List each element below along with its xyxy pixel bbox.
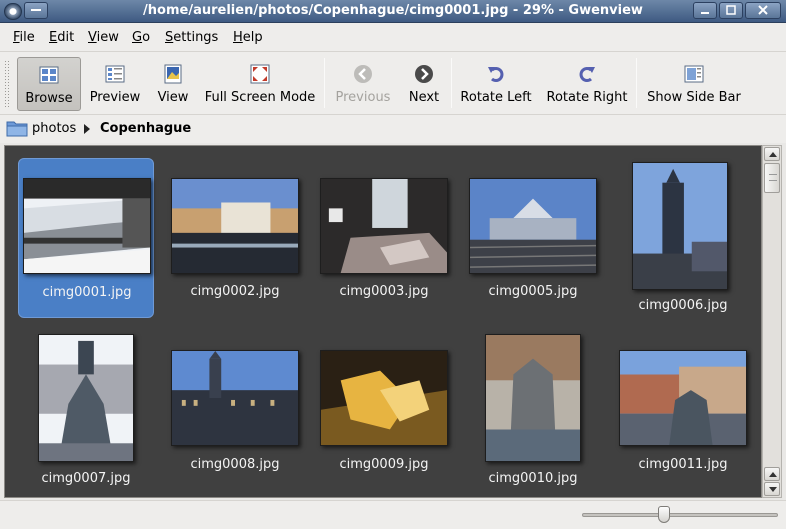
thumbnail-caption: cimg0010.jpg: [488, 471, 578, 486]
thumbnail-caption: cimg0005.jpg: [488, 284, 578, 299]
next-arrow-icon: [415, 65, 433, 83]
preview-button[interactable]: Preview: [85, 57, 145, 111]
previous-arrow-icon: [354, 65, 372, 83]
folder-icon: [6, 121, 28, 137]
breadcrumb-separator-icon: [84, 124, 90, 134]
menu-bar: File Edit View Go Settings Help: [0, 23, 786, 52]
rotate-left-button[interactable]: Rotate Left: [458, 57, 534, 111]
thumbnail-caption: cimg0002.jpg: [190, 284, 280, 299]
thumbnail-caption: cimg0007.jpg: [41, 471, 131, 486]
thumbnail-item[interactable]: cimg0010.jpg: [465, 331, 601, 491]
thumbnail-image: [485, 334, 581, 462]
previous-button[interactable]: Previous: [332, 57, 394, 111]
menu-help[interactable]: Help: [233, 30, 263, 45]
preview-icon: [105, 65, 125, 83]
menu-edit[interactable]: Edit: [49, 30, 74, 45]
thumbnail-item[interactable]: cimg0003.jpg: [316, 158, 452, 318]
minimize-button[interactable]: [693, 2, 717, 19]
thumbnail-size-slider[interactable]: [582, 513, 778, 517]
thumbnail-caption: cimg0003.jpg: [339, 284, 429, 299]
thumbnail-image: [619, 350, 747, 446]
thumbnail-image: [320, 350, 448, 446]
rotate-right-button[interactable]: Rotate Right: [545, 57, 629, 111]
show-side-bar-label: Show Side Bar: [647, 90, 741, 105]
thumbnail-size-slider-handle[interactable]: [658, 506, 670, 523]
menu-go[interactable]: Go: [132, 30, 150, 45]
thumbnail-image: [320, 178, 448, 274]
toolbar-separator: [636, 58, 637, 108]
thumbnail-view[interactable]: cimg0001.jpg cimg0002.jpg cimg0003.jpg c…: [4, 145, 762, 498]
previous-label: Previous: [335, 90, 391, 105]
thumbnail-caption: cimg0008.jpg: [190, 457, 280, 472]
toolbar-separator: [324, 58, 325, 108]
breadcrumb-current[interactable]: Copenhague: [100, 121, 191, 136]
rotate-right-label: Rotate Right: [546, 90, 628, 105]
scroll-down-button[interactable]: [764, 482, 780, 496]
menu-settings[interactable]: Settings: [165, 30, 218, 45]
browse-icon: [39, 66, 59, 84]
breadcrumb: photos Copenhague: [0, 115, 786, 143]
thumbnail-item[interactable]: cimg0002.jpg: [167, 158, 303, 318]
view-label: View: [157, 90, 189, 105]
thumbnail-caption: cimg0011.jpg: [638, 457, 728, 472]
scrollbar-thumb[interactable]: [764, 163, 780, 193]
full-screen-icon: [250, 64, 270, 84]
thumbnail-item[interactable]: cimg0011.jpg: [615, 331, 751, 491]
rotate-left-icon: [488, 67, 504, 82]
view-image-icon: [164, 64, 182, 84]
thumbnail-caption: cimg0009.jpg: [339, 457, 429, 472]
scroll-up-button-lower[interactable]: [764, 467, 780, 481]
scroll-up-arrow-icon: [769, 472, 777, 477]
thumbnail-item[interactable]: cimg0008.jpg: [167, 331, 303, 491]
thumbnail-item[interactable]: cimg0006.jpg: [615, 158, 751, 318]
side-bar-icon: [684, 65, 704, 83]
maximize-button[interactable]: [719, 2, 743, 19]
title-bar: /home/aurelien/photos/Copenhague/cimg000…: [0, 0, 786, 23]
main-toolbar: Browse Preview View Full Screen Mode Pre…: [0, 52, 786, 115]
next-button[interactable]: Next: [403, 57, 445, 111]
menu-view[interactable]: View: [88, 30, 119, 45]
toolbar-grip-icon[interactable]: [4, 60, 10, 108]
scroll-up-button[interactable]: [764, 147, 780, 161]
thumbnail-item[interactable]: cimg0007.jpg: [18, 331, 154, 491]
thumbnail-image: [632, 162, 728, 290]
thumbnail-item[interactable]: cimg0005.jpg: [465, 158, 601, 318]
vertical-scrollbar[interactable]: [762, 145, 782, 498]
browse-label: Browse: [25, 91, 73, 106]
preview-label: Preview: [89, 90, 141, 105]
thumbnail-caption: cimg0006.jpg: [638, 298, 728, 313]
next-label: Next: [408, 90, 440, 105]
breadcrumb-parent[interactable]: photos: [32, 121, 76, 136]
toolbar-separator: [451, 58, 452, 108]
scroll-up-arrow-icon: [769, 152, 777, 157]
rotate-left-label: Rotate Left: [460, 90, 532, 105]
full-screen-button[interactable]: Full Screen Mode: [203, 57, 317, 111]
close-button[interactable]: [745, 2, 781, 19]
rotate-right-icon: [579, 67, 595, 82]
window-title: /home/aurelien/photos/Copenhague/cimg000…: [143, 3, 643, 18]
status-bar: [0, 500, 786, 529]
thumbnail-item[interactable]: cimg0009.jpg: [316, 331, 452, 491]
show-side-bar-button[interactable]: Show Side Bar: [644, 57, 744, 111]
thumbnail-image: [171, 178, 299, 274]
thumbnail-caption: cimg0001.jpg: [42, 285, 132, 300]
scroll-down-arrow-icon: [769, 487, 777, 492]
thumbnail-image: [38, 334, 134, 462]
thumbnail-image: [469, 178, 597, 274]
full-screen-label: Full Screen Mode: [204, 90, 316, 105]
thumbnail-image: [171, 350, 299, 446]
view-button[interactable]: View: [150, 57, 196, 111]
menu-file[interactable]: File: [13, 30, 35, 45]
browse-button[interactable]: Browse: [17, 57, 81, 111]
thumbnail-image: [23, 178, 151, 274]
thumbnail-item[interactable]: cimg0001.jpg: [18, 158, 154, 318]
